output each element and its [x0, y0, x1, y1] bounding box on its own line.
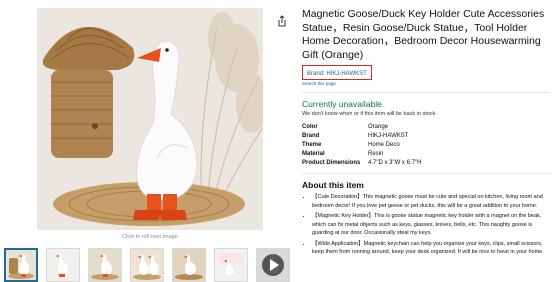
thumbnail-3[interactable]	[88, 248, 122, 282]
spec-key: Brand	[302, 132, 320, 139]
spec-key: Color	[302, 123, 318, 130]
spec-value: 4.7"D x 3"W x 6.7"H	[368, 159, 422, 166]
about-bullet: 【Wide Application】Magnetic keychain can …	[312, 240, 550, 257]
about-bullet: 【Cute Decoration】This magnetic goose mus…	[312, 193, 550, 210]
thumbnail-6[interactable]	[214, 248, 248, 282]
spec-row: Theme Home Deco	[302, 140, 421, 149]
thumbnail-image	[215, 249, 247, 281]
thumbnail-strip	[4, 248, 294, 282]
divider	[302, 92, 550, 93]
zoom-hint-text: Click to roll over image	[122, 234, 178, 240]
thumbnail-video[interactable]	[256, 248, 290, 282]
brand-highlight-box: Brand: HIKJ-HAWKST	[302, 65, 372, 80]
divider	[302, 173, 550, 174]
share-icon[interactable]	[276, 14, 288, 27]
thumbnail-image	[47, 249, 79, 281]
spec-value: HIKJ-HAWKST	[368, 132, 409, 139]
image-gallery: Click to roll over image	[0, 0, 290, 282]
product-details: Magnetic Goose/Duck Key Holder Cute Acce…	[302, 8, 550, 259]
thumbnail-4[interactable]	[130, 248, 164, 282]
about-heading: About this item	[302, 180, 364, 190]
thumbnail-image	[257, 249, 289, 281]
spec-value: Home Deco	[368, 141, 400, 148]
spec-row: Color Orange	[302, 122, 421, 131]
spec-key: Theme	[302, 141, 322, 148]
search-this-page-link[interactable]: Search this page	[302, 81, 550, 86]
thumbnail-image	[89, 249, 121, 281]
spec-value: Orange	[368, 123, 389, 130]
thumbnail-image	[6, 250, 36, 280]
availability-note: We don't know when or if this item will …	[302, 111, 437, 117]
thumbnail-1[interactable]	[4, 248, 38, 282]
spec-value: Resin	[368, 150, 384, 157]
spec-row: Product Dimensions 4.7"D x 3"W x 6.7"H	[302, 158, 421, 167]
about-bullet-list: 【Cute Decoration】This magnetic goose mus…	[302, 193, 550, 257]
brand-link[interactable]: Brand: HIKJ-HAWKST	[307, 71, 367, 77]
goose-statue-photo	[37, 8, 263, 230]
thumbnail-5[interactable]	[172, 248, 206, 282]
product-specs-table: Color Orange Brand HIKJ-HAWKST Theme Hom…	[302, 122, 421, 167]
thumbnail-image	[173, 249, 205, 281]
product-title: Magnetic Goose/Duck Key Holder Cute Acce…	[302, 8, 545, 61]
about-bullet: 【Magnetic Key Holder】This is goose statu…	[312, 212, 550, 238]
thumbnail-2[interactable]	[46, 248, 80, 282]
thumbnail-image	[131, 249, 163, 281]
spec-row: Brand HIKJ-HAWKST	[302, 131, 421, 140]
spec-key: Product Dimensions	[302, 159, 361, 166]
availability-status: Currently unavailable.	[302, 99, 385, 109]
spec-key: Material	[302, 150, 325, 157]
spec-row: Material Resin	[302, 149, 421, 158]
main-product-image[interactable]	[37, 8, 263, 230]
